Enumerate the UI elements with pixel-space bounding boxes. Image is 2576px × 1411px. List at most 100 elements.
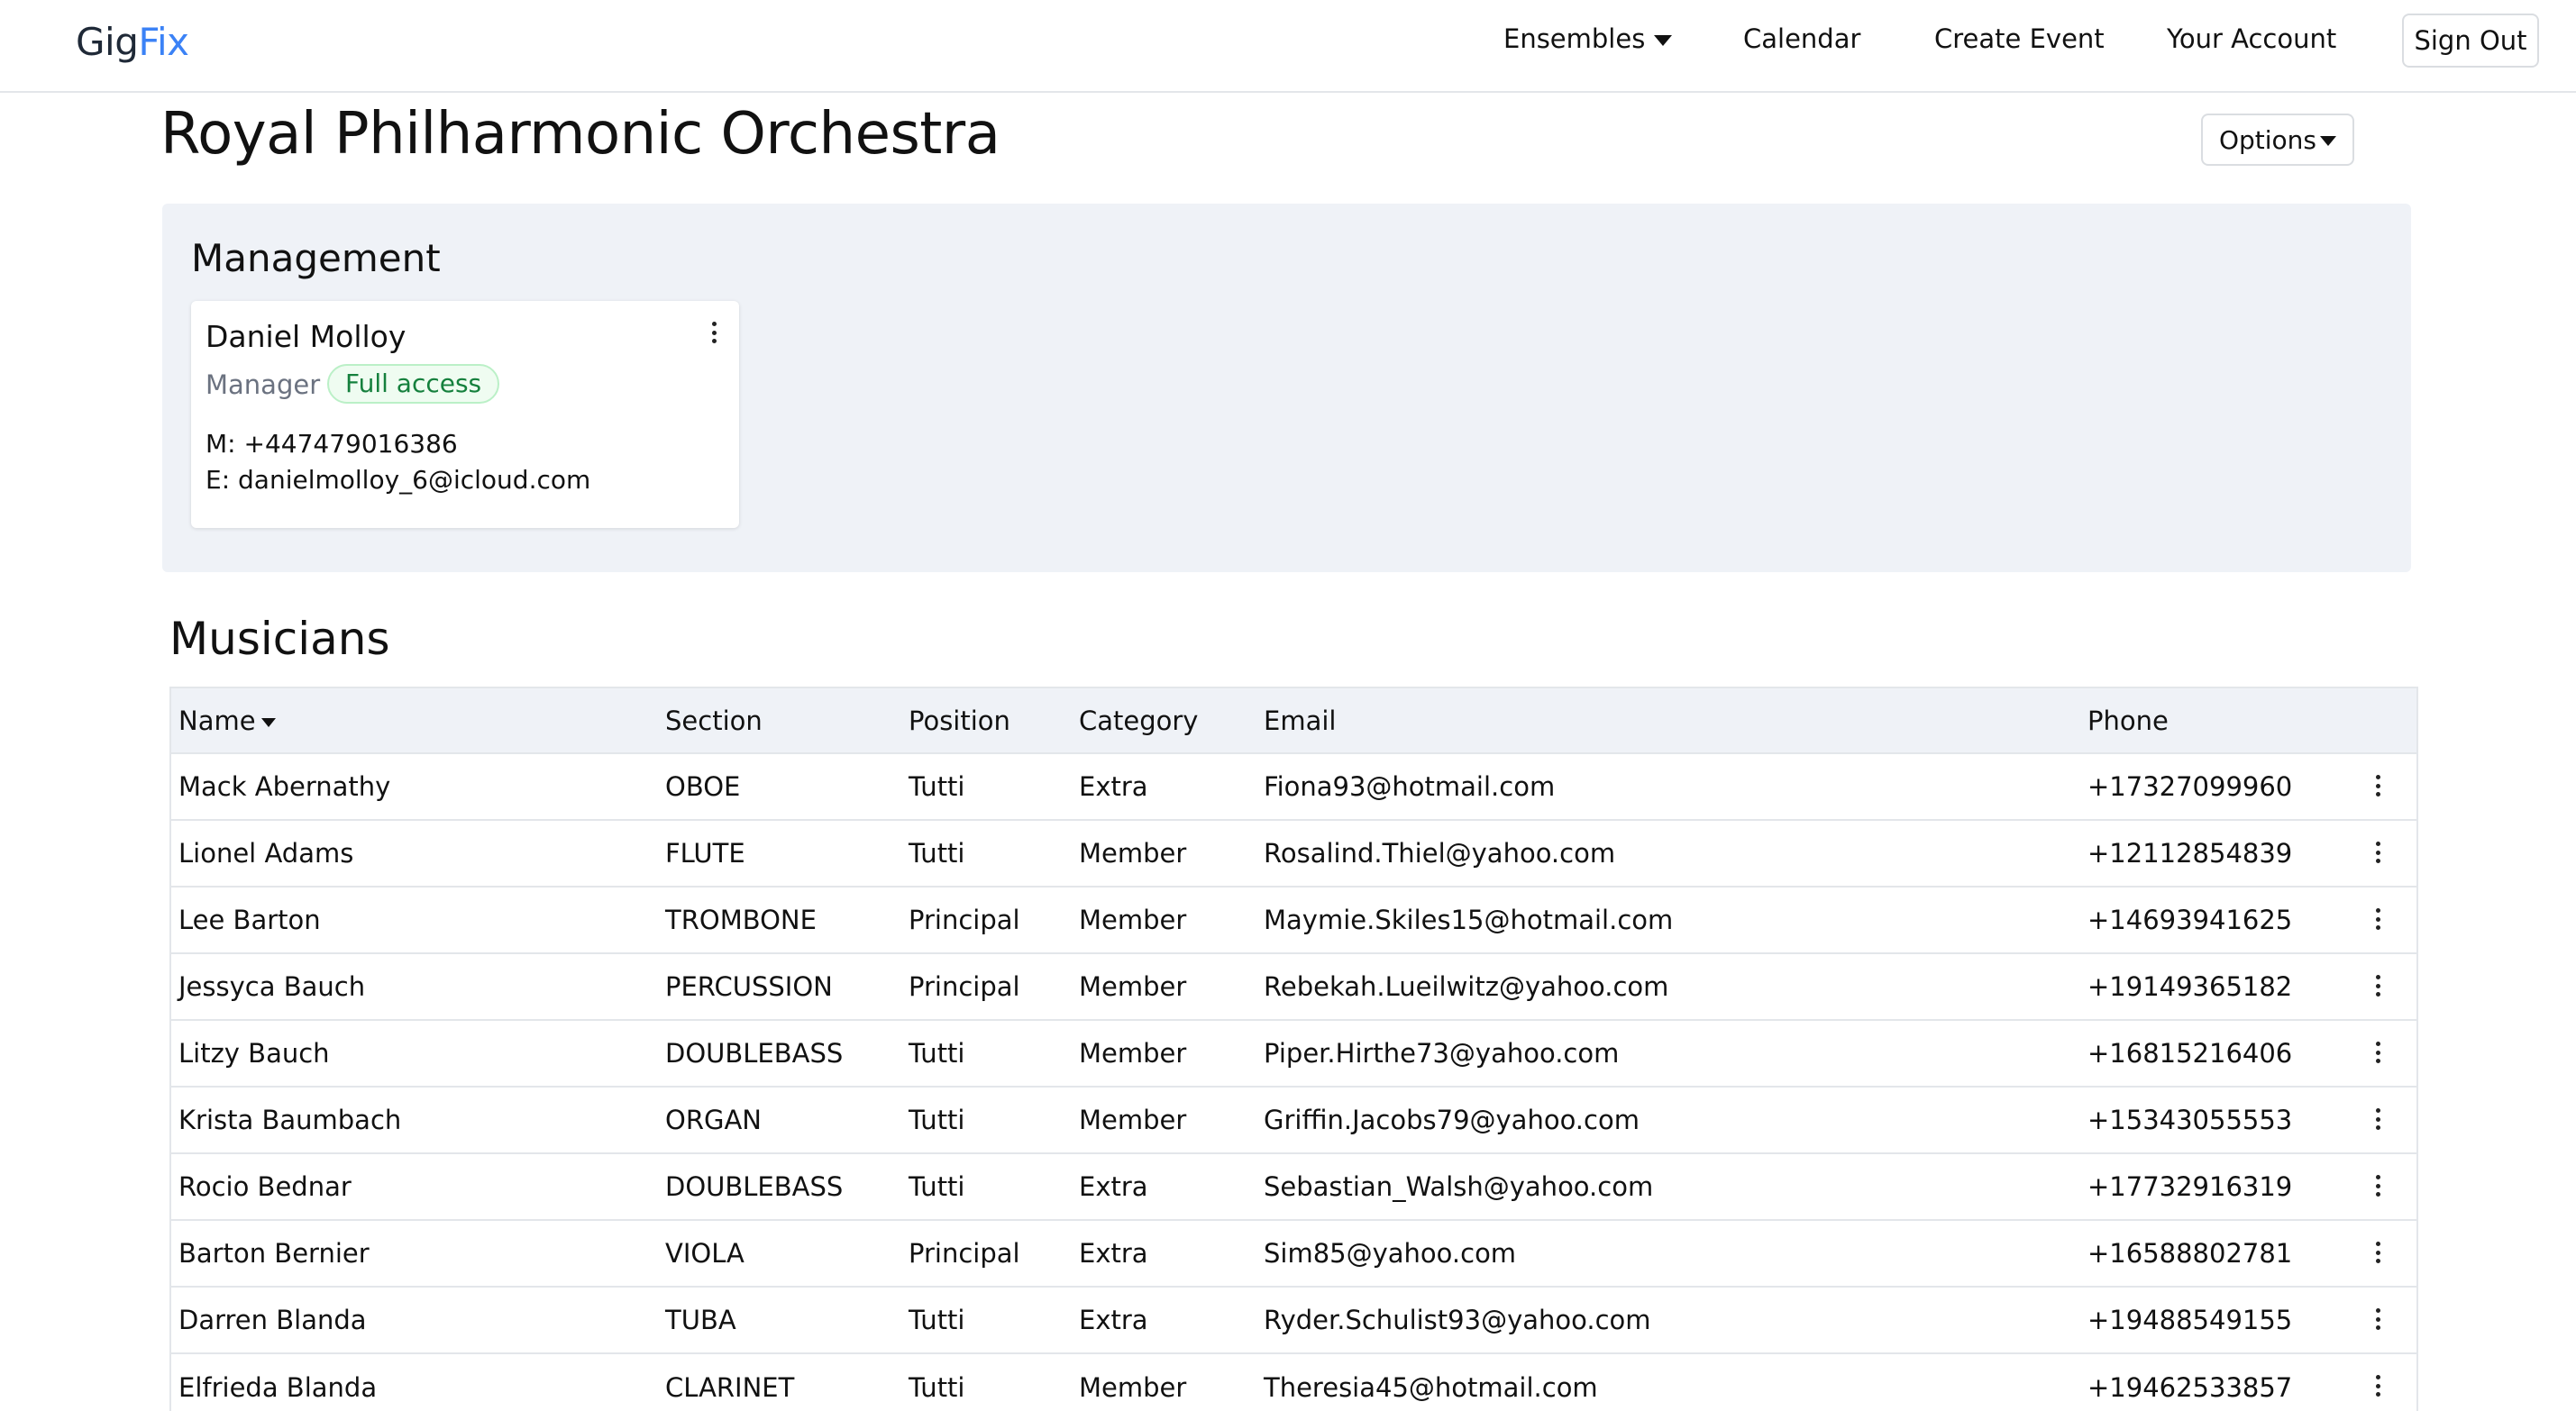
- cell-phone: +14693941625: [2087, 905, 2293, 935]
- cell-phone: +19488549155: [2087, 1305, 2293, 1335]
- cell-phone: +17732916319: [2087, 1171, 2293, 1202]
- access-badge: Full access: [327, 364, 500, 404]
- column-header-email[interactable]: Email: [1256, 688, 2080, 753]
- cell-actions: [2347, 753, 2416, 820]
- cell-actions: [2347, 1287, 2416, 1353]
- table-row[interactable]: Barton Bernier VIOLA Principal Extra Sim85@y…: [171, 1220, 2416, 1287]
- row-menu-icon[interactable]: [2369, 904, 2387, 934]
- cell-name: Mack Abernathy: [178, 771, 391, 802]
- cell-name: Litzy Bauch: [178, 1038, 330, 1069]
- table-row[interactable]: Lee Barton TROMBONE Principal Member Maymie.…: [171, 887, 2416, 953]
- table-row[interactable]: Mack Abernathy OBOE Tutti Extra Fiona93@hotm…: [171, 753, 2416, 820]
- logo-text-gig: Gig: [76, 20, 139, 64]
- cell-position: Principal: [909, 971, 1020, 1002]
- cell-email: Rosalind.Thiel@yahoo.com: [1264, 838, 1616, 869]
- cell-actions: [2347, 820, 2416, 887]
- contact-card: Daniel Molloy Manager Full access M: +44…: [191, 301, 739, 528]
- nav-your-account-link[interactable]: Your Account: [2167, 23, 2336, 54]
- musicians-heading: Musicians: [169, 613, 390, 665]
- row-menu-icon[interactable]: [2369, 1237, 2387, 1268]
- cell-section: ORGAN: [665, 1105, 762, 1135]
- cell-email: Sebastian_Walsh@yahoo.com: [1264, 1171, 1654, 1202]
- cell-phone: +15343055553: [2087, 1105, 2293, 1135]
- row-menu-icon[interactable]: [2369, 1104, 2387, 1134]
- cell-name: Krista Baumbach: [178, 1105, 402, 1135]
- cell-category: Member: [1079, 1105, 1187, 1135]
- options-dropdown-button[interactable]: Options: [2201, 114, 2354, 166]
- row-menu-icon[interactable]: [2369, 1037, 2387, 1068]
- nav-ensembles-label: Ensembles: [1503, 23, 1646, 54]
- cell-section: OBOE: [665, 771, 741, 802]
- caret-down-icon: [260, 717, 276, 727]
- cell-email: Maymie.Skiles15@hotmail.com: [1264, 905, 1674, 935]
- table-row[interactable]: Darren Blanda TUBA Tutti Extra Ryder.Schulis…: [171, 1287, 2416, 1353]
- table-row[interactable]: Elfrieda Blanda CLARINET Tutti Member Theres…: [171, 1353, 2416, 1411]
- table-row[interactable]: Jessyca Bauch PERCUSSION Principal Member Re…: [171, 953, 2416, 1020]
- cell-category: Extra: [1079, 771, 1148, 802]
- cell-section: VIOLA: [665, 1238, 744, 1269]
- cell-name: Lee Barton: [178, 905, 321, 935]
- cell-section: DOUBLEBASS: [665, 1038, 844, 1069]
- cell-name: Elfrieda Blanda: [178, 1371, 378, 1403]
- cell-name: Darren Blanda: [178, 1305, 367, 1335]
- contact-menu-icon[interactable]: [705, 317, 723, 348]
- table-row[interactable]: Rocio Bednar DOUBLEBASS Tutti Extra Sebastia…: [171, 1153, 2416, 1220]
- cell-category: Member: [1079, 905, 1187, 935]
- cell-position: Tutti: [909, 1038, 965, 1069]
- cell-position: Tutti: [909, 1105, 965, 1135]
- table-row[interactable]: Lionel Adams FLUTE Tutti Member Rosalind.Thi…: [171, 820, 2416, 887]
- cell-phone: +16815216406: [2087, 1038, 2293, 1069]
- row-menu-icon[interactable]: [2369, 970, 2387, 1001]
- contact-email: E: danielmolloy_6@icloud.com: [206, 465, 591, 495]
- cell-email: Theresia45@hotmail.com: [1264, 1371, 1598, 1403]
- cell-category: Extra: [1079, 1238, 1148, 1269]
- contact-name: Daniel Molloy: [206, 319, 406, 354]
- app-logo[interactable]: GigFix: [76, 20, 189, 64]
- contact-mobile: M: +447479016386: [206, 429, 458, 459]
- cell-position: Principal: [909, 1238, 1020, 1269]
- musicians-table: Name Section Position Category Email Pho…: [169, 687, 2418, 1411]
- sign-out-button[interactable]: Sign Out: [2402, 14, 2539, 68]
- cell-email: Fiona93@hotmail.com: [1264, 771, 1556, 802]
- cell-phone: +19462533857: [2087, 1371, 2293, 1403]
- table-header-row: Name Section Position Category Email Pho…: [171, 688, 2416, 753]
- cell-category: Member: [1079, 1371, 1187, 1403]
- cell-section: PERCUSSION: [665, 971, 833, 1002]
- cell-section: CLARINET: [665, 1371, 795, 1403]
- column-header-section[interactable]: Section: [658, 688, 901, 753]
- top-navbar: GigFix Ensembles Calendar Create Event Y…: [0, 0, 2576, 93]
- cell-name: Jessyca Bauch: [178, 971, 366, 1002]
- cell-position: Tutti: [909, 838, 965, 869]
- cell-actions: [2347, 1353, 2416, 1411]
- column-header-position[interactable]: Position: [901, 688, 1072, 753]
- row-menu-icon[interactable]: [2369, 770, 2387, 801]
- cell-name: Barton Bernier: [178, 1238, 370, 1269]
- cell-actions: [2347, 1087, 2416, 1153]
- row-menu-icon[interactable]: [2369, 1370, 2387, 1401]
- cell-actions: [2347, 953, 2416, 1020]
- cell-email: Sim85@yahoo.com: [1264, 1238, 1517, 1269]
- column-header-name[interactable]: Name: [171, 688, 658, 753]
- cell-phone: +12112854839: [2087, 838, 2293, 869]
- cell-section: TROMBONE: [665, 905, 817, 935]
- options-label: Options: [2218, 124, 2317, 155]
- cell-position: Tutti: [909, 1371, 965, 1403]
- row-menu-icon[interactable]: [2369, 1170, 2387, 1201]
- table-row[interactable]: Krista Baumbach ORGAN Tutti Member Griffin.J…: [171, 1087, 2416, 1153]
- nav-calendar-link[interactable]: Calendar: [1743, 23, 1860, 54]
- contact-role: Manager: [206, 369, 321, 400]
- column-header-actions: [2347, 688, 2416, 753]
- cell-section: TUBA: [665, 1305, 736, 1335]
- nav-create-event-link[interactable]: Create Event: [1934, 23, 2105, 54]
- cell-phone: +19149365182: [2087, 971, 2293, 1002]
- column-header-category[interactable]: Category: [1072, 688, 1256, 753]
- logo-text-fix: Fix: [138, 20, 189, 64]
- cell-position: Tutti: [909, 771, 965, 802]
- column-header-phone[interactable]: Phone: [2080, 688, 2347, 753]
- nav-ensembles-dropdown[interactable]: Ensembles: [1503, 23, 1673, 54]
- table-row[interactable]: Litzy Bauch DOUBLEBASS Tutti Member Piper.Hi…: [171, 1020, 2416, 1087]
- row-menu-icon[interactable]: [2369, 1304, 2387, 1334]
- row-menu-icon[interactable]: [2369, 837, 2387, 868]
- cell-category: Member: [1079, 838, 1187, 869]
- cell-section: DOUBLEBASS: [665, 1171, 844, 1202]
